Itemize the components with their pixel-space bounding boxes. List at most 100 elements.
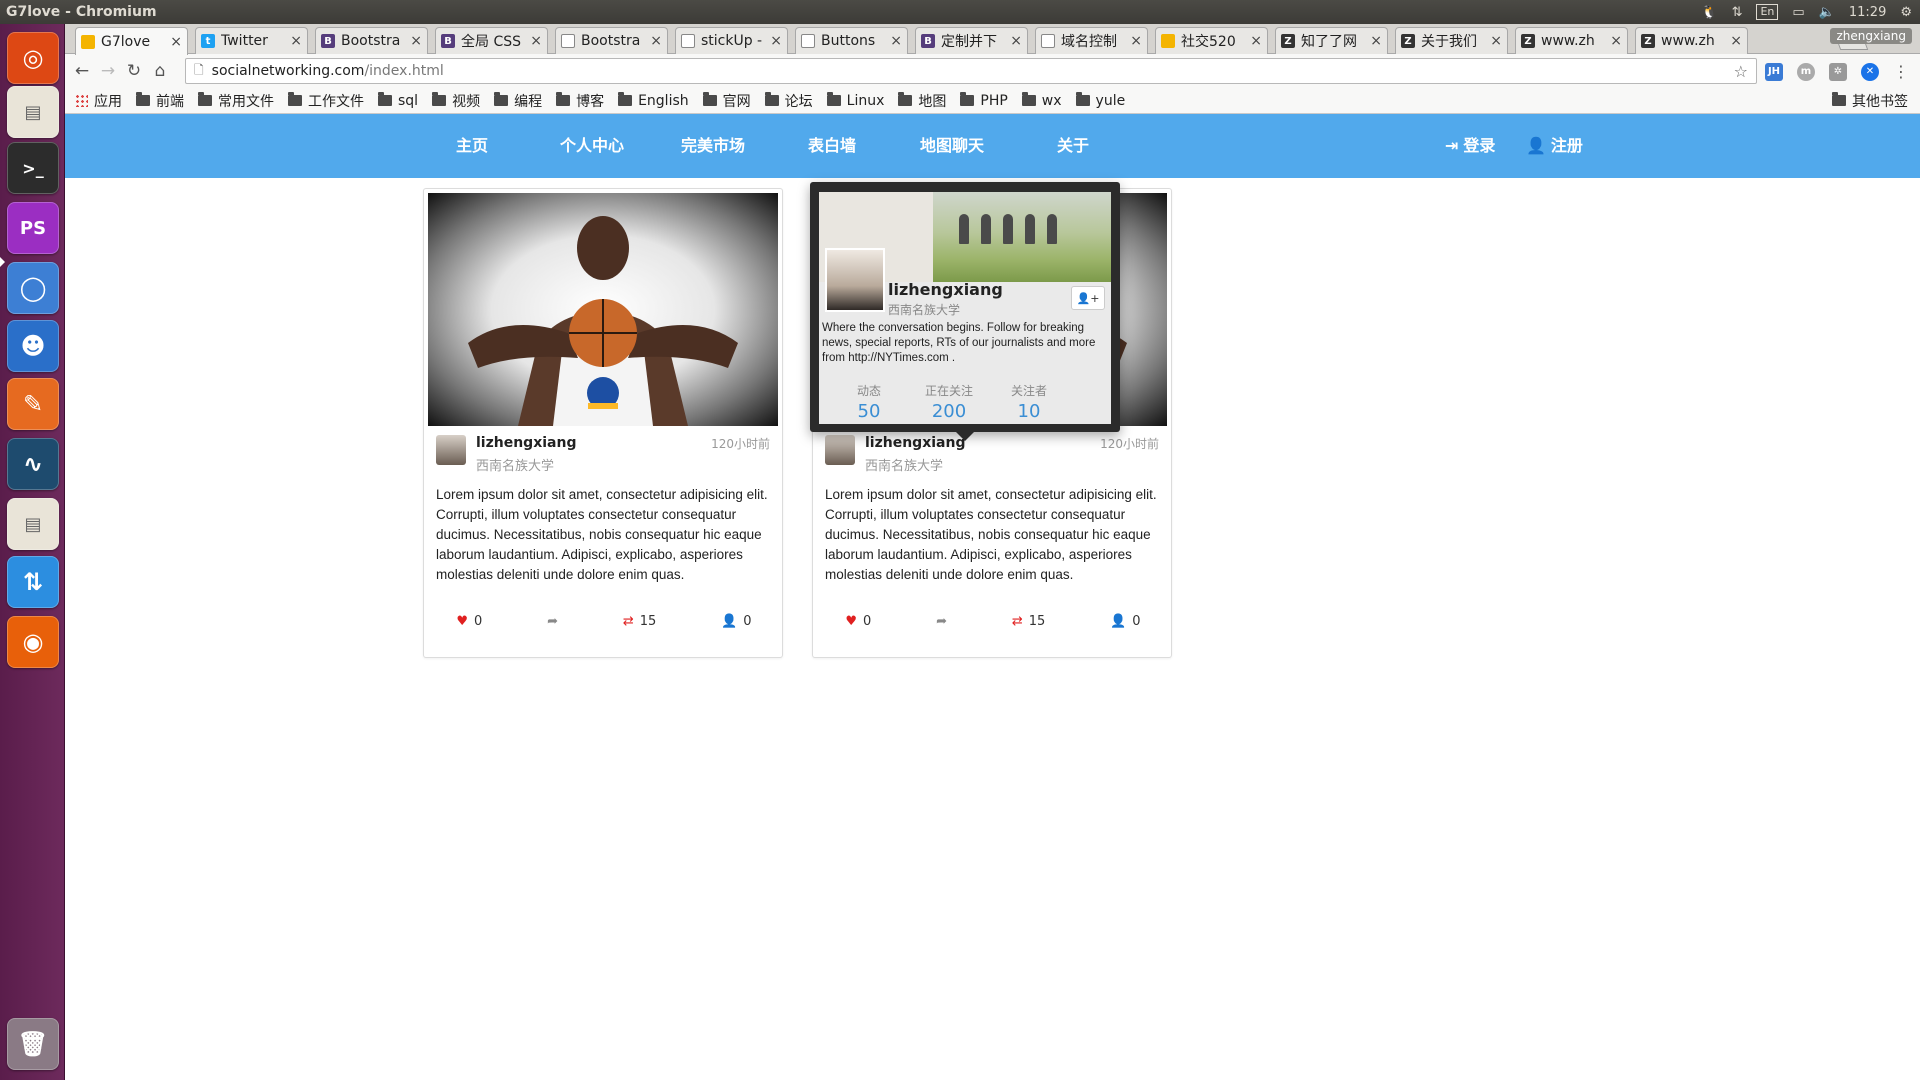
address-bar[interactable]: 🗋 socialnetworking.com/index.html ☆	[185, 58, 1757, 84]
share-button[interactable]: ➦	[547, 614, 558, 629]
tab[interactable]: Bootstra ×	[555, 27, 668, 54]
settings-extension-icon[interactable]: ✲	[1829, 62, 1847, 81]
profile-avatar[interactable]	[825, 248, 885, 312]
tab[interactable]: Z 知了了网 ×	[1275, 27, 1388, 54]
nav-map-chat[interactable]: 地图聊天	[920, 114, 984, 178]
username[interactable]: lizhengxiang	[476, 435, 576, 451]
bookmark-folder[interactable]: 前端	[136, 91, 184, 111]
avatar[interactable]	[825, 435, 855, 465]
ubuntu-dash-icon[interactable]: ◎	[7, 32, 59, 84]
bookmark-folder[interactable]: PHP	[960, 91, 1008, 111]
bookmark-star-icon[interactable]: ☆	[1734, 62, 1748, 81]
bookmark-folder[interactable]: Linux	[826, 91, 884, 111]
tab[interactable]: Buttons ×	[795, 27, 908, 54]
close-tab-icon[interactable]: ×	[1490, 33, 1502, 49]
back-arrow-icon[interactable]: ←	[69, 61, 95, 81]
home-icon[interactable]: ⌂	[147, 61, 173, 81]
bookmark-folder[interactable]: 编程	[494, 91, 542, 111]
tab[interactable]: Zwww.zh ×	[1635, 27, 1748, 54]
forward-arrow-icon[interactable]: →	[95, 61, 121, 81]
nav-profile[interactable]: 个人中心	[560, 114, 624, 178]
qq-icon[interactable]: ☻	[7, 320, 59, 372]
bookmark-folder[interactable]: yule	[1075, 91, 1125, 111]
close-tab-icon[interactable]: ×	[770, 33, 782, 49]
bookmark-folder[interactable]: sql	[378, 91, 418, 111]
tab[interactable]: stickUp - ×	[675, 27, 788, 54]
tab[interactable]: 域名控制 ×	[1035, 27, 1148, 54]
penguin-icon[interactable]: 🐧	[1701, 5, 1717, 20]
close-tab-icon[interactable]: ×	[290, 33, 302, 49]
stat-posts[interactable]: 动态 50	[829, 382, 909, 422]
stat-followers[interactable]: 关注者 10	[989, 382, 1069, 422]
close-tab-icon[interactable]: ×	[1250, 33, 1262, 49]
files-icon[interactable]: ▤	[7, 86, 59, 138]
avatar[interactable]	[436, 435, 466, 465]
bookmark-folder[interactable]: 视频	[432, 91, 480, 111]
bookmark-apps[interactable]: 应用	[75, 91, 122, 111]
follow-button[interactable]: 👤 0	[721, 614, 751, 629]
bookmark-folder[interactable]: English	[618, 91, 689, 111]
files-icon[interactable]: ▤	[7, 498, 59, 550]
bookmark-folder[interactable]: 论坛	[764, 91, 813, 111]
phpstorm-icon[interactable]: PS	[7, 202, 59, 254]
trash-icon[interactable]: 🗑	[7, 1018, 59, 1070]
terminal-icon[interactable]: >_	[7, 142, 59, 194]
login-link[interactable]: ⇥ 登录	[1445, 114, 1495, 178]
settings-gear-icon[interactable]: ⚙	[1900, 5, 1912, 20]
close-tab-icon[interactable]: ×	[1130, 33, 1142, 49]
nav-about[interactable]: 关于	[1057, 114, 1089, 178]
bookmark-other[interactable]: 其他书签	[1832, 91, 1908, 111]
postman-icon[interactable]: ✎	[7, 378, 59, 430]
battery-icon[interactable]: ▭	[1792, 5, 1804, 20]
tab[interactable]: Zwww.zh ×	[1515, 27, 1628, 54]
bookmark-folder[interactable]: wx	[1021, 91, 1062, 111]
share-button[interactable]: ➦	[936, 614, 947, 629]
follow-button[interactable]: 👤 0	[1110, 614, 1140, 629]
jh-extension-icon[interactable]: JH	[1765, 62, 1783, 81]
close-tab-icon[interactable]: ×	[650, 33, 662, 49]
tab[interactable]: B 定制并下 ×	[915, 27, 1028, 54]
close-tab-icon[interactable]: ×	[1730, 33, 1742, 49]
bookmark-folder[interactable]: 官网	[702, 91, 751, 111]
retweet-button[interactable]: ⇄ 15	[623, 614, 656, 629]
tab[interactable]: B 全局 CSS ×	[435, 27, 548, 54]
stat-following[interactable]: 正在关注 200	[909, 382, 989, 422]
network-icon[interactable]: ⇅	[1732, 5, 1743, 20]
register-link[interactable]: 👤 注册	[1526, 114, 1583, 178]
close-tab-icon[interactable]: ×	[890, 33, 902, 49]
tab[interactable]: t Twitter ×	[195, 27, 308, 54]
tab[interactable]: B Bootstra ×	[315, 27, 428, 54]
tab[interactable]: 社交520 ×	[1155, 27, 1268, 54]
volume-icon[interactable]: 🔈	[1819, 5, 1835, 20]
profile-username[interactable]: lizhengxiang	[888, 280, 1003, 299]
close-tab-icon[interactable]: ×	[530, 33, 542, 49]
m-extension-icon[interactable]: m	[1797, 62, 1815, 81]
like-button[interactable]: ♥ 0	[845, 614, 871, 629]
tab[interactable]: G7love ×	[75, 27, 188, 55]
nav-confession-wall[interactable]: 表白墙	[808, 114, 856, 178]
post-photo[interactable]	[428, 193, 778, 426]
keyboard-language[interactable]: En	[1756, 4, 1779, 20]
update-icon[interactable]: ⇅	[7, 556, 59, 608]
nav-market[interactable]: 完美市场	[681, 114, 745, 178]
menu-icon[interactable]: ⋮	[1893, 62, 1909, 81]
profile-button[interactable]: zhengxiang	[1830, 28, 1912, 44]
chromium-icon[interactable]: ◯	[7, 262, 59, 314]
close-tab-icon[interactable]: ×	[410, 33, 422, 49]
bookmark-folder[interactable]: 常用文件	[198, 91, 274, 111]
clock[interactable]: 11:29	[1849, 5, 1886, 20]
blue-extension-icon[interactable]: ✕	[1861, 62, 1879, 81]
close-tab-icon[interactable]: ×	[1010, 33, 1022, 49]
close-tab-icon[interactable]: ×	[1610, 33, 1622, 49]
tab[interactable]: Z 关于我们 ×	[1395, 27, 1508, 54]
mysql-workbench-icon[interactable]: ∿	[7, 438, 59, 490]
nav-home[interactable]: 主页	[456, 114, 488, 178]
firefox-icon[interactable]: ◉	[7, 616, 59, 668]
bookmark-folder[interactable]: 工作文件	[288, 91, 364, 111]
reload-icon[interactable]: ↻	[121, 61, 147, 81]
bookmark-folder[interactable]: 地图	[898, 91, 946, 111]
retweet-button[interactable]: ⇄ 15	[1012, 614, 1045, 629]
username[interactable]: lizhengxiang	[865, 435, 965, 451]
like-button[interactable]: ♥ 0	[456, 614, 482, 629]
close-tab-icon[interactable]: ×	[170, 34, 182, 50]
